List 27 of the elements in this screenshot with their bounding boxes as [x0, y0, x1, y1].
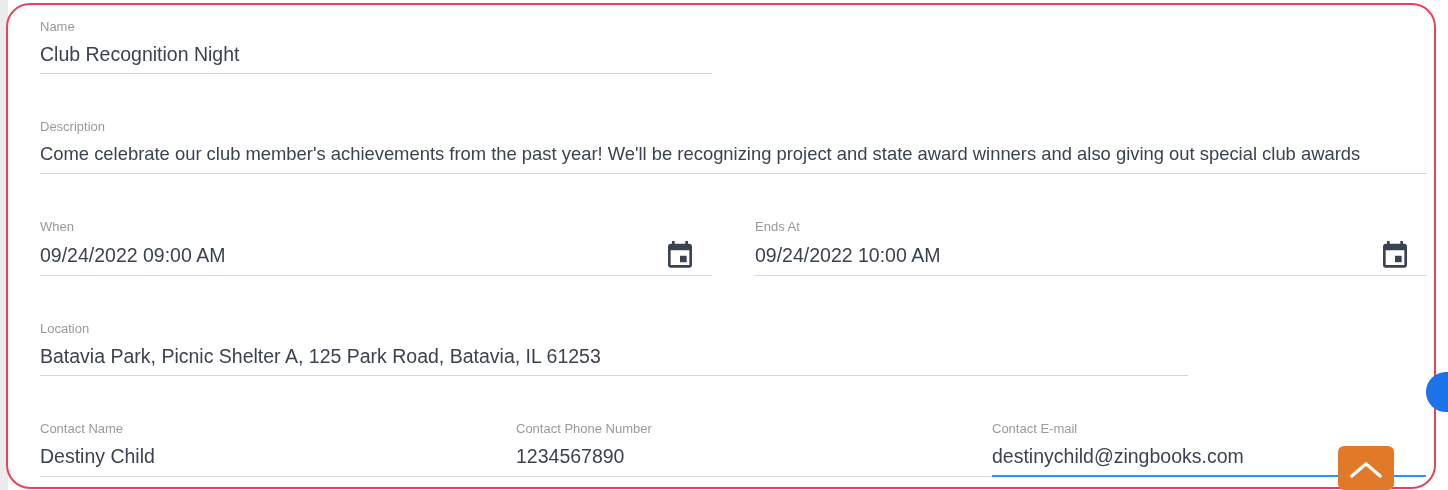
input-field[interactable]: Contact Phone Number 1234567890: [516, 421, 992, 477]
scroll-to-top-button[interactable]: [1338, 446, 1394, 490]
calendar-icon[interactable]: [668, 241, 692, 269]
input-field[interactable]: Location Batavia Park, Picnic Shelter A, 125 Park Road, Batavia, IL 61253: [40, 321, 1188, 376]
field-value: 1234567890: [516, 444, 625, 469]
chevron-up-icon: [1349, 460, 1383, 479]
field-value: 09/24/2022 10:00 AM: [755, 243, 941, 268]
field-value: Come celebrate our club member's achievements from the past year! We'll be recognizing project and state award winners and also giving out special club awards: [40, 142, 1361, 166]
input-field[interactable]: When 09/24/2022 09:00 AM: [40, 219, 712, 276]
field-value: Club Recognition Night: [40, 42, 240, 67]
field-label: Contact E-mail: [992, 421, 1078, 437]
input-field[interactable]: Name Club Recognition Night: [40, 19, 712, 74]
field-label: Contact Phone Number: [516, 421, 652, 437]
field-label: Name: [40, 19, 75, 35]
field-value: 09/24/2022 09:00 AM: [40, 243, 226, 268]
field-value: Destiny Child: [40, 444, 155, 469]
calendar-icon[interactable]: [1383, 241, 1407, 269]
field-label: When: [40, 219, 74, 235]
field-label: Description: [40, 119, 106, 135]
input-field[interactable]: Ends At 09/24/2022 10:00 AM: [755, 219, 1427, 276]
field-label: Contact Name: [40, 421, 124, 437]
field-label: Location: [40, 321, 90, 337]
input-field[interactable]: Description Come celebrate our club member's achievements from the past year! We'll be recognizing project and state award winners and also giving out special club awards: [40, 119, 1427, 174]
field-value: Batavia Park, Picnic Shelter A, 125 Park Road, Batavia, IL 61253: [40, 344, 601, 369]
input-field[interactable]: Contact Name Destiny Child: [40, 421, 516, 477]
field-label: Ends At: [755, 219, 800, 235]
field-value: destinychild@zingbooks.com: [992, 444, 1244, 469]
